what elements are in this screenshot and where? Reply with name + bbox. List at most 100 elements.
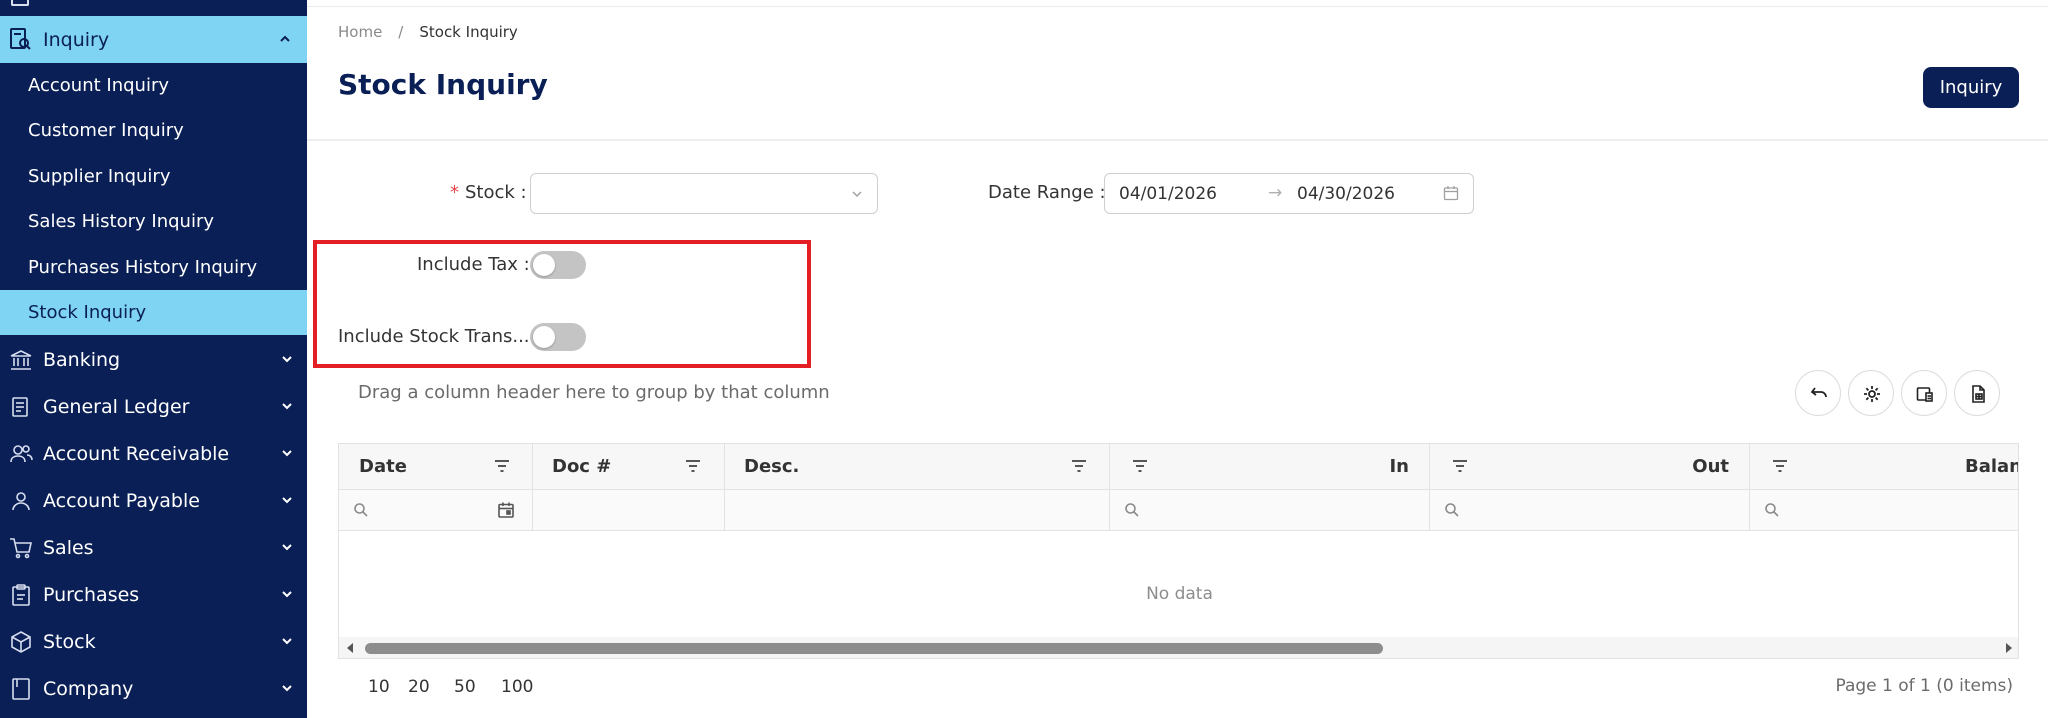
sidebar-item-customer-inquiry[interactable]: Customer Inquiry bbox=[0, 108, 307, 153]
column-header-date[interactable]: Date bbox=[339, 444, 533, 490]
sidebar-item-stock[interactable]: Stock bbox=[0, 618, 307, 665]
horizontal-scrollbar[interactable] bbox=[339, 637, 2018, 658]
sidebar-item-general-ledger[interactable]: General Ledger bbox=[0, 383, 307, 430]
user-icon bbox=[12, 492, 30, 511]
column-header-doc-number[interactable]: Doc # bbox=[533, 444, 725, 490]
sidebar-item-account-receivable[interactable]: Account Receivable bbox=[0, 430, 307, 477]
sidebar-item-supplier-inquiry[interactable]: Supplier Inquiry bbox=[0, 154, 307, 199]
sidebar-group-label: Inquiry bbox=[43, 28, 110, 51]
sidebar-item-account-inquiry[interactable]: Account Inquiry bbox=[0, 63, 307, 108]
settings-button[interactable] bbox=[1848, 370, 1894, 416]
filter-cell-description[interactable] bbox=[725, 490, 1110, 531]
sidebar-item-label: Sales History Inquiry bbox=[28, 211, 214, 232]
page-size-50[interactable]: 50 bbox=[454, 677, 476, 697]
sidebar: Inquiry Account Inquiry Customer Inquiry… bbox=[0, 0, 307, 718]
sidebar-item-purchases-history-inquiry[interactable]: Purchases History Inquiry bbox=[0, 245, 307, 290]
inquiry-icon bbox=[10, 28, 31, 50]
sidebar-item-account-payable[interactable]: Account Payable bbox=[0, 477, 307, 524]
calendar-icon bbox=[1443, 186, 1459, 201]
chevron-up-icon bbox=[280, 35, 290, 42]
sidebar-top-partial-item[interactable] bbox=[0, 0, 307, 12]
scrollbar-thumb[interactable] bbox=[365, 643, 1383, 654]
sidebar-item-label: Account Receivable bbox=[43, 442, 230, 465]
search-icon bbox=[1125, 503, 1139, 517]
scroll-right-icon[interactable] bbox=[2004, 642, 2014, 654]
filter-icon[interactable] bbox=[685, 459, 701, 473]
sidebar-item-banking[interactable]: Banking bbox=[0, 336, 307, 383]
sidebar-item-stock-inquiry[interactable]: Stock Inquiry bbox=[0, 290, 307, 335]
calendar-icon[interactable] bbox=[497, 501, 515, 519]
page-size-10[interactable]: 10 bbox=[368, 677, 390, 697]
sidebar-group-inquiry[interactable]: Inquiry bbox=[0, 16, 307, 63]
column-header-description[interactable]: Desc. bbox=[725, 444, 1110, 490]
sidebar-item-label: Stock bbox=[43, 630, 96, 653]
chevron-down-icon bbox=[282, 403, 292, 410]
box-icon bbox=[11, 631, 31, 653]
column-chooser-button[interactable] bbox=[1901, 370, 1947, 416]
data-grid: Date Doc # Desc. In Out Balan No data bbox=[338, 443, 2019, 659]
users-icon bbox=[10, 445, 33, 463]
sidebar-item-label: Account Payable bbox=[43, 489, 200, 512]
chevron-down-icon bbox=[282, 591, 292, 598]
filter-icon[interactable] bbox=[1132, 459, 1148, 473]
date-range-label: Date Range : bbox=[988, 182, 1106, 203]
sidebar-item-label: Purchases bbox=[43, 583, 140, 606]
chevron-down-icon bbox=[282, 685, 292, 692]
date-from-input[interactable]: 04/01/2026 bbox=[1119, 184, 1217, 204]
sidebar-item-label: General Ledger bbox=[43, 395, 190, 418]
chevron-down-icon bbox=[282, 497, 292, 504]
page-size-100[interactable]: 100 bbox=[501, 677, 533, 697]
column-header-balance[interactable]: Balan bbox=[1750, 444, 2018, 490]
header-divider bbox=[307, 139, 2048, 141]
filter-icon[interactable] bbox=[494, 459, 510, 473]
partial-icon bbox=[11, 0, 29, 6]
highlight-box bbox=[313, 240, 811, 368]
inquiry-button[interactable]: Inquiry bbox=[1923, 67, 2019, 108]
sidebar-item-company[interactable]: Company bbox=[0, 665, 307, 712]
date-range-arrow: → bbox=[1268, 183, 1283, 203]
filter-cell-doc-number[interactable] bbox=[533, 490, 725, 531]
sidebar-item-purchases[interactable]: Purchases bbox=[0, 571, 307, 618]
undo-button[interactable] bbox=[1795, 370, 1841, 416]
sidebar-item-label: Account Inquiry bbox=[28, 75, 170, 96]
breadcrumb-current: Stock Inquiry bbox=[419, 23, 518, 41]
filter-cell-in[interactable] bbox=[1110, 490, 1430, 531]
date-to-input[interactable]: 04/30/2026 bbox=[1297, 184, 1395, 204]
export-button[interactable] bbox=[1954, 370, 2000, 416]
filter-cell-balance[interactable] bbox=[1750, 490, 2018, 531]
search-icon bbox=[1445, 503, 1459, 517]
sidebar-item-label: Company bbox=[43, 677, 134, 700]
column-chooser-icon bbox=[1916, 387, 1933, 402]
export-file-icon bbox=[1972, 385, 1985, 403]
search-icon bbox=[1765, 503, 1779, 517]
stock-select[interactable] bbox=[530, 173, 878, 214]
filter-icon[interactable] bbox=[1772, 459, 1788, 473]
stock-label: * Stock : bbox=[450, 182, 527, 203]
date-range-picker[interactable]: 04/01/2026 → 04/30/2026 bbox=[1104, 173, 1474, 214]
group-panel-hint: Drag a column header here to group by th… bbox=[358, 382, 830, 403]
sidebar-item-label: Sales bbox=[43, 536, 94, 559]
sidebar-item-sales-history-inquiry[interactable]: Sales History Inquiry bbox=[0, 199, 307, 244]
breadcrumb-home[interactable]: Home bbox=[338, 23, 382, 41]
page-size-20[interactable]: 20 bbox=[408, 677, 430, 697]
sidebar-item-sales[interactable]: Sales bbox=[0, 524, 307, 571]
column-header-in[interactable]: In bbox=[1110, 444, 1430, 490]
gear-icon bbox=[1864, 386, 1880, 402]
clipboard-icon bbox=[12, 584, 30, 606]
chevron-down-icon bbox=[282, 450, 292, 457]
bank-icon bbox=[10, 350, 32, 370]
ledger-icon bbox=[12, 397, 28, 417]
sidebar-item-label: Customer Inquiry bbox=[28, 120, 184, 141]
chevron-down-icon bbox=[282, 638, 292, 645]
page-info: Page 1 of 1 (0 items) bbox=[1835, 676, 2013, 696]
column-header-label: Date bbox=[359, 456, 407, 477]
filter-cell-out[interactable] bbox=[1430, 490, 1750, 531]
column-header-out[interactable]: Out bbox=[1430, 444, 1750, 490]
filter-icon[interactable] bbox=[1452, 459, 1468, 473]
column-header-label: Out bbox=[1692, 456, 1729, 477]
filter-icon[interactable] bbox=[1071, 459, 1087, 473]
scroll-left-icon[interactable] bbox=[345, 642, 355, 654]
chevron-down-icon bbox=[282, 356, 292, 363]
filter-cell-date[interactable] bbox=[339, 490, 533, 531]
column-header-label: In bbox=[1389, 456, 1409, 477]
